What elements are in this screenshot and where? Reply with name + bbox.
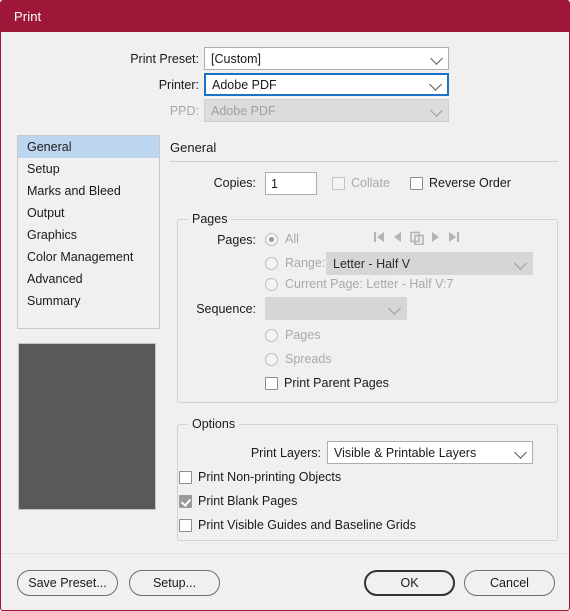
- pages-all-label: All: [285, 232, 299, 246]
- setup-button[interactable]: Setup...: [129, 570, 220, 596]
- chevron-down-icon: [388, 301, 401, 315]
- print-blank-pages-label: Print Blank Pages: [198, 494, 298, 508]
- printer-value: Adobe PDF: [212, 77, 277, 92]
- reverse-order-checkbox[interactable]: [410, 177, 423, 190]
- sidebar-item-setup[interactable]: Setup: [18, 158, 159, 180]
- printer-combo[interactable]: Adobe PDF: [204, 73, 449, 96]
- pages-range-label: Range:: [285, 256, 326, 270]
- sidebar-item-graphics[interactable]: Graphics: [18, 224, 159, 246]
- sequence-spreads-radio: [265, 353, 278, 366]
- ppd-value: Adobe PDF: [211, 103, 276, 118]
- print-layers-value: Visible & Printable Layers: [334, 445, 477, 460]
- chevron-down-icon: [514, 445, 527, 459]
- pages-all-radio: [265, 233, 278, 246]
- ppd-label: PPD:: [169, 104, 199, 118]
- reverse-order-label: Reverse Order: [429, 176, 511, 190]
- sidebar-item-marks-and-bleed[interactable]: Marks and Bleed: [18, 180, 159, 202]
- copies-value: 1: [271, 176, 278, 191]
- print-layers-label: Print Layers:: [250, 446, 321, 460]
- sequence-label: Sequence:: [196, 302, 256, 316]
- print-visible-guides-label: Print Visible Guides and Baseline Grids: [198, 518, 416, 532]
- print-layers-combo[interactable]: Visible & Printable Layers: [327, 441, 533, 464]
- current-page-label: Current Page: Letter - Half V:7: [285, 277, 454, 291]
- chevron-down-icon: [429, 77, 442, 91]
- options-group-legend: Options: [188, 417, 240, 431]
- page-range-combo: Letter - Half V: [326, 252, 533, 275]
- pages-range-radio: [265, 257, 278, 270]
- print-preset-label: Print Preset:: [130, 52, 199, 66]
- printer-label: Printer:: [158, 78, 199, 92]
- sidebar-item-label: Summary: [27, 294, 81, 308]
- next-page-icon: [432, 232, 439, 242]
- dialog-title: Print: [14, 9, 42, 24]
- dialog-titlebar: Print: [1, 1, 569, 32]
- print-blank-pages-checkbox[interactable]: [179, 495, 192, 508]
- ppd-combo: Adobe PDF: [204, 99, 449, 122]
- sidebar-item-summary[interactable]: Summary: [18, 290, 159, 312]
- copies-label: Copies:: [213, 176, 256, 190]
- print-visible-guides-checkbox[interactable]: [179, 519, 192, 532]
- sidebar-item-advanced[interactable]: Advanced: [18, 268, 159, 290]
- panel-divider: [170, 161, 558, 162]
- first-page-icon: [374, 232, 384, 242]
- ok-button[interactable]: OK: [364, 570, 455, 596]
- sequence-combo: [265, 297, 407, 320]
- sidebar-item-label: Advanced: [27, 272, 83, 286]
- sidebar-item-output[interactable]: Output: [18, 202, 159, 224]
- footer-divider: [2, 553, 569, 554]
- print-dialog: Print Print Preset: [Custom] Printer: Ad…: [0, 0, 570, 611]
- copies-input[interactable]: 1: [265, 172, 317, 195]
- sidebar-item-label: Marks and Bleed: [27, 184, 121, 198]
- spread-pages-icon: [410, 231, 424, 245]
- sequence-pages-label: Pages: [285, 328, 321, 342]
- sidebar-item-label: Color Management: [27, 250, 134, 264]
- chevron-down-icon: [514, 256, 527, 270]
- sidebar-item-label: Setup: [27, 162, 60, 176]
- sequence-spreads-label: Spreads: [285, 352, 332, 366]
- page-navigation-controls[interactable]: [371, 229, 461, 247]
- cancel-button[interactable]: Cancel: [464, 570, 555, 596]
- chevron-down-icon: [430, 51, 443, 65]
- pages-group-legend: Pages: [188, 212, 232, 226]
- save-preset-button[interactable]: Save Preset...: [17, 570, 118, 596]
- page-preview-thumbnail: [18, 343, 156, 510]
- page-navigation-icons: [374, 231, 459, 245]
- sidebar-item-label: General: [27, 140, 72, 154]
- pages-label: Pages:: [217, 233, 256, 247]
- collate-label: Collate: [351, 176, 390, 190]
- print-parent-pages-checkbox[interactable]: [265, 377, 278, 390]
- sidebar-item-label: Output: [27, 206, 65, 220]
- sequence-pages-radio: [265, 329, 278, 342]
- collate-checkbox: [332, 177, 345, 190]
- previous-page-icon: [394, 232, 401, 242]
- last-page-icon: [449, 232, 459, 242]
- print-non-printing-objects-checkbox[interactable]: [179, 471, 192, 484]
- page-title: General: [170, 140, 217, 155]
- print-non-printing-objects-label: Print Non-printing Objects: [198, 470, 342, 484]
- print-preset-combo[interactable]: [Custom]: [204, 47, 449, 70]
- sidebar-item-label: Graphics: [27, 228, 78, 242]
- sidebar-item-color-management[interactable]: Color Management: [18, 246, 159, 268]
- page-range-value: Letter - Half V: [333, 256, 411, 271]
- current-page-radio: [265, 278, 278, 291]
- chevron-down-icon: [430, 103, 443, 117]
- print-preset-value: [Custom]: [211, 51, 262, 66]
- print-parent-pages-label: Print Parent Pages: [284, 376, 389, 390]
- sidebar-item-general[interactable]: General: [18, 136, 159, 158]
- settings-category-list[interactable]: General Setup Marks and Bleed Output Gra…: [17, 135, 160, 329]
